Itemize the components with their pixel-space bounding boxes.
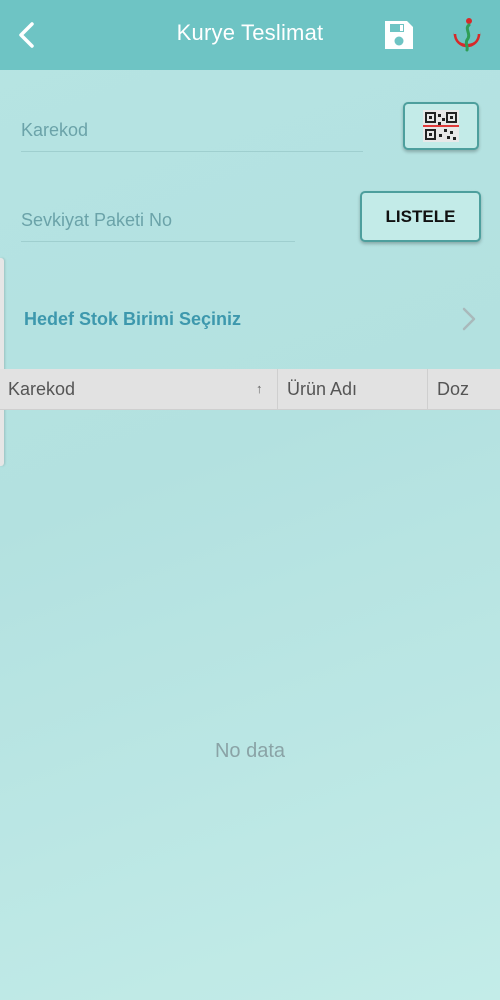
chevron-right-icon: [462, 307, 476, 331]
target-stock-unit-selector[interactable]: Hedef Stok Birimi Seçiniz: [0, 292, 500, 346]
column-label-doz: Doz: [437, 379, 470, 399]
app-header: Kurye Teslimat: [0, 0, 500, 70]
ministry-logo-icon: [446, 14, 488, 56]
qr-scan-button[interactable]: [403, 102, 479, 150]
column-header-karekod[interactable]: Karekod ↑: [0, 369, 278, 409]
empty-state-text: No data: [214, 740, 286, 762]
listele-button[interactable]: LISTELE: [360, 191, 481, 242]
column-header-doz[interactable]: Doz: [428, 369, 500, 409]
karekod-field[interactable]: [21, 116, 363, 152]
qr-code-icon: [423, 110, 459, 142]
column-header-urun-adi[interactable]: Ürün Adı: [278, 369, 428, 409]
table-header: Karekod ↑ Ürün Adı Doz: [0, 369, 500, 410]
sort-ascending-icon[interactable]: ↑: [256, 369, 263, 409]
sevkiyat-paketi-input[interactable]: [21, 206, 295, 234]
side-drawer-handle[interactable]: [0, 258, 4, 466]
sevkiyat-paketi-field[interactable]: [21, 206, 295, 242]
floppy-disk-icon: [385, 21, 413, 49]
target-stock-unit-label: Hedef Stok Birimi Seçiniz: [24, 309, 242, 329]
column-label-urun-adi: Ürün Adı: [287, 379, 358, 399]
karekod-input[interactable]: [21, 116, 363, 144]
column-label-karekod: Karekod: [8, 379, 76, 399]
save-button[interactable]: [382, 18, 416, 52]
page-title: Kurye Teslimat: [176, 20, 324, 45]
